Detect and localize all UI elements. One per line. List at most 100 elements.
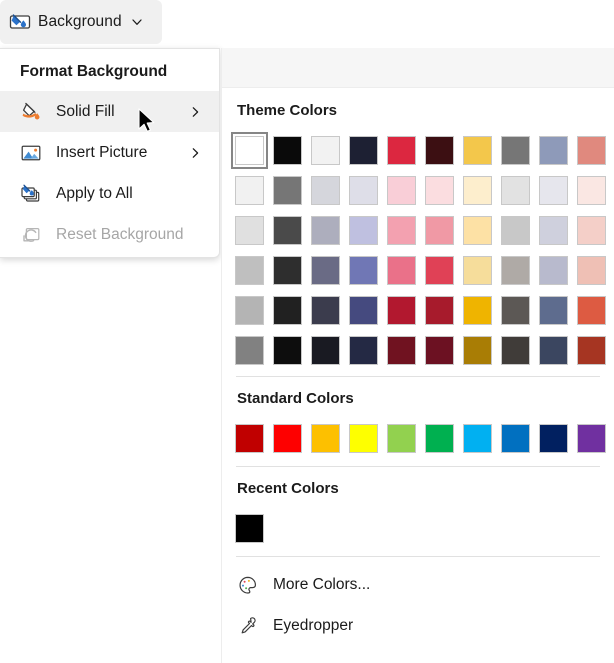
theme-color-swatch-3-2[interactable] bbox=[311, 256, 340, 285]
theme-color-swatch-3-7[interactable] bbox=[501, 256, 530, 285]
standard-color-swatch-1[interactable] bbox=[273, 424, 302, 453]
theme-colors-row bbox=[235, 296, 614, 325]
chevron-right-icon[interactable] bbox=[189, 105, 202, 118]
standard-color-swatch-6[interactable] bbox=[463, 424, 492, 453]
theme-color-swatch-2-3[interactable] bbox=[349, 216, 378, 245]
theme-color-swatch-1-6[interactable] bbox=[463, 176, 492, 205]
theme-color-swatch-5-0[interactable] bbox=[235, 336, 264, 365]
theme-color-swatch-4-6[interactable] bbox=[463, 296, 492, 325]
standard-color-swatch-9[interactable] bbox=[577, 424, 606, 453]
theme-color-swatch-1-0[interactable] bbox=[235, 176, 264, 205]
menu-item-label: Apply to All bbox=[56, 184, 133, 202]
eyedropper-item[interactable]: Eyedropper bbox=[222, 605, 614, 646]
theme-colors-row bbox=[235, 336, 614, 365]
theme-color-swatch-4-9[interactable] bbox=[577, 296, 606, 325]
color-picker-panel: Theme Colors Standard Colors Recent Colo… bbox=[221, 48, 614, 663]
theme-color-swatch-2-7[interactable] bbox=[501, 216, 530, 245]
theme-color-swatch-3-1[interactable] bbox=[273, 256, 302, 285]
apply-to-all-icon bbox=[20, 183, 42, 205]
recent-color-swatch-0[interactable] bbox=[235, 514, 264, 543]
theme-color-swatch-2-5[interactable] bbox=[425, 216, 454, 245]
theme-color-swatch-0-8[interactable] bbox=[539, 136, 568, 165]
theme-color-swatch-0-9[interactable] bbox=[577, 136, 606, 165]
standard-color-swatch-2[interactable] bbox=[311, 424, 340, 453]
theme-color-swatch-1-4[interactable] bbox=[387, 176, 416, 205]
theme-color-swatch-1-3[interactable] bbox=[349, 176, 378, 205]
theme-color-swatch-0-6[interactable] bbox=[463, 136, 492, 165]
theme-color-swatch-4-0[interactable] bbox=[235, 296, 264, 325]
theme-color-swatch-4-3[interactable] bbox=[349, 296, 378, 325]
theme-color-swatch-5-3[interactable] bbox=[349, 336, 378, 365]
standard-colors-grid bbox=[222, 424, 614, 453]
theme-color-swatch-0-2[interactable] bbox=[311, 136, 340, 165]
theme-color-swatch-0-1[interactable] bbox=[273, 136, 302, 165]
theme-color-swatch-5-6[interactable] bbox=[463, 336, 492, 365]
theme-color-swatch-3-5[interactable] bbox=[425, 256, 454, 285]
theme-color-swatch-5-9[interactable] bbox=[577, 336, 606, 365]
standard-color-swatch-8[interactable] bbox=[539, 424, 568, 453]
theme-color-swatch-5-8[interactable] bbox=[539, 336, 568, 365]
reset-icon bbox=[20, 224, 42, 246]
theme-color-swatch-3-6[interactable] bbox=[463, 256, 492, 285]
standard-color-swatch-0[interactable] bbox=[235, 424, 264, 453]
theme-color-swatch-1-2[interactable] bbox=[311, 176, 340, 205]
standard-color-swatch-5[interactable] bbox=[425, 424, 454, 453]
more-colors-label: More Colors... bbox=[273, 575, 371, 593]
theme-color-swatch-0-5[interactable] bbox=[425, 136, 454, 165]
theme-color-swatch-3-0[interactable] bbox=[235, 256, 264, 285]
theme-color-swatch-1-9[interactable] bbox=[577, 176, 606, 205]
theme-color-swatch-4-1[interactable] bbox=[273, 296, 302, 325]
chevron-right-icon[interactable] bbox=[189, 146, 202, 159]
theme-color-swatch-5-7[interactable] bbox=[501, 336, 530, 365]
menu-item-insert-picture[interactable]: Insert Picture bbox=[0, 132, 219, 173]
theme-color-swatch-2-6[interactable] bbox=[463, 216, 492, 245]
theme-color-swatch-2-8[interactable] bbox=[539, 216, 568, 245]
menu-item-solid-fill[interactable]: Solid Fill bbox=[0, 91, 219, 132]
standard-colors-heading: Standard Colors bbox=[237, 390, 354, 407]
theme-color-swatch-4-5[interactable] bbox=[425, 296, 454, 325]
theme-color-swatch-2-2[interactable] bbox=[311, 216, 340, 245]
theme-color-swatch-1-7[interactable] bbox=[501, 176, 530, 205]
background-ribbon-button[interactable]: Background bbox=[0, 0, 162, 44]
theme-color-swatch-4-8[interactable] bbox=[539, 296, 568, 325]
chevron-down-icon[interactable] bbox=[130, 15, 144, 29]
recent-colors-grid bbox=[222, 514, 614, 543]
theme-colors-row bbox=[235, 176, 614, 205]
eyedropper-icon bbox=[237, 615, 259, 637]
menu-item-label: Solid Fill bbox=[56, 102, 115, 120]
theme-color-swatch-4-7[interactable] bbox=[501, 296, 530, 325]
theme-color-swatch-3-3[interactable] bbox=[349, 256, 378, 285]
theme-color-swatch-0-7[interactable] bbox=[501, 136, 530, 165]
theme-colors-row bbox=[231, 132, 614, 169]
theme-color-swatch-3-9[interactable] bbox=[577, 256, 606, 285]
theme-color-swatch-0-0[interactable] bbox=[231, 132, 268, 169]
theme-color-swatch-5-2[interactable] bbox=[311, 336, 340, 365]
standard-color-swatch-7[interactable] bbox=[501, 424, 530, 453]
theme-color-swatch-2-1[interactable] bbox=[273, 216, 302, 245]
background-fill-icon bbox=[9, 12, 31, 32]
theme-color-swatch-2-4[interactable] bbox=[387, 216, 416, 245]
theme-color-swatch-5-1[interactable] bbox=[273, 336, 302, 365]
theme-color-swatch-2-9[interactable] bbox=[577, 216, 606, 245]
background-button-label: Background bbox=[38, 13, 122, 30]
mouse-pointer bbox=[137, 108, 157, 136]
theme-color-swatch-1-8[interactable] bbox=[539, 176, 568, 205]
theme-color-swatch-1-5[interactable] bbox=[425, 176, 454, 205]
standard-color-swatch-4[interactable] bbox=[387, 424, 416, 453]
theme-color-swatch-3-8[interactable] bbox=[539, 256, 568, 285]
theme-color-swatch-0-3[interactable] bbox=[349, 136, 378, 165]
recent-colors-row bbox=[235, 514, 614, 543]
theme-colors-row bbox=[235, 256, 614, 285]
theme-color-swatch-4-4[interactable] bbox=[387, 296, 416, 325]
standard-color-swatch-3[interactable] bbox=[349, 424, 378, 453]
theme-color-swatch-3-4[interactable] bbox=[387, 256, 416, 285]
theme-color-swatch-2-0[interactable] bbox=[235, 216, 264, 245]
theme-color-swatch-5-4[interactable] bbox=[387, 336, 416, 365]
theme-color-swatch-1-1[interactable] bbox=[273, 176, 302, 205]
theme-color-swatch-0-4[interactable] bbox=[387, 136, 416, 165]
palette-icon bbox=[237, 574, 259, 596]
theme-color-swatch-4-2[interactable] bbox=[311, 296, 340, 325]
menu-item-apply-to-all[interactable]: Apply to All bbox=[0, 173, 219, 214]
more-colors-item[interactable]: More Colors... bbox=[222, 564, 614, 605]
theme-color-swatch-5-5[interactable] bbox=[425, 336, 454, 365]
